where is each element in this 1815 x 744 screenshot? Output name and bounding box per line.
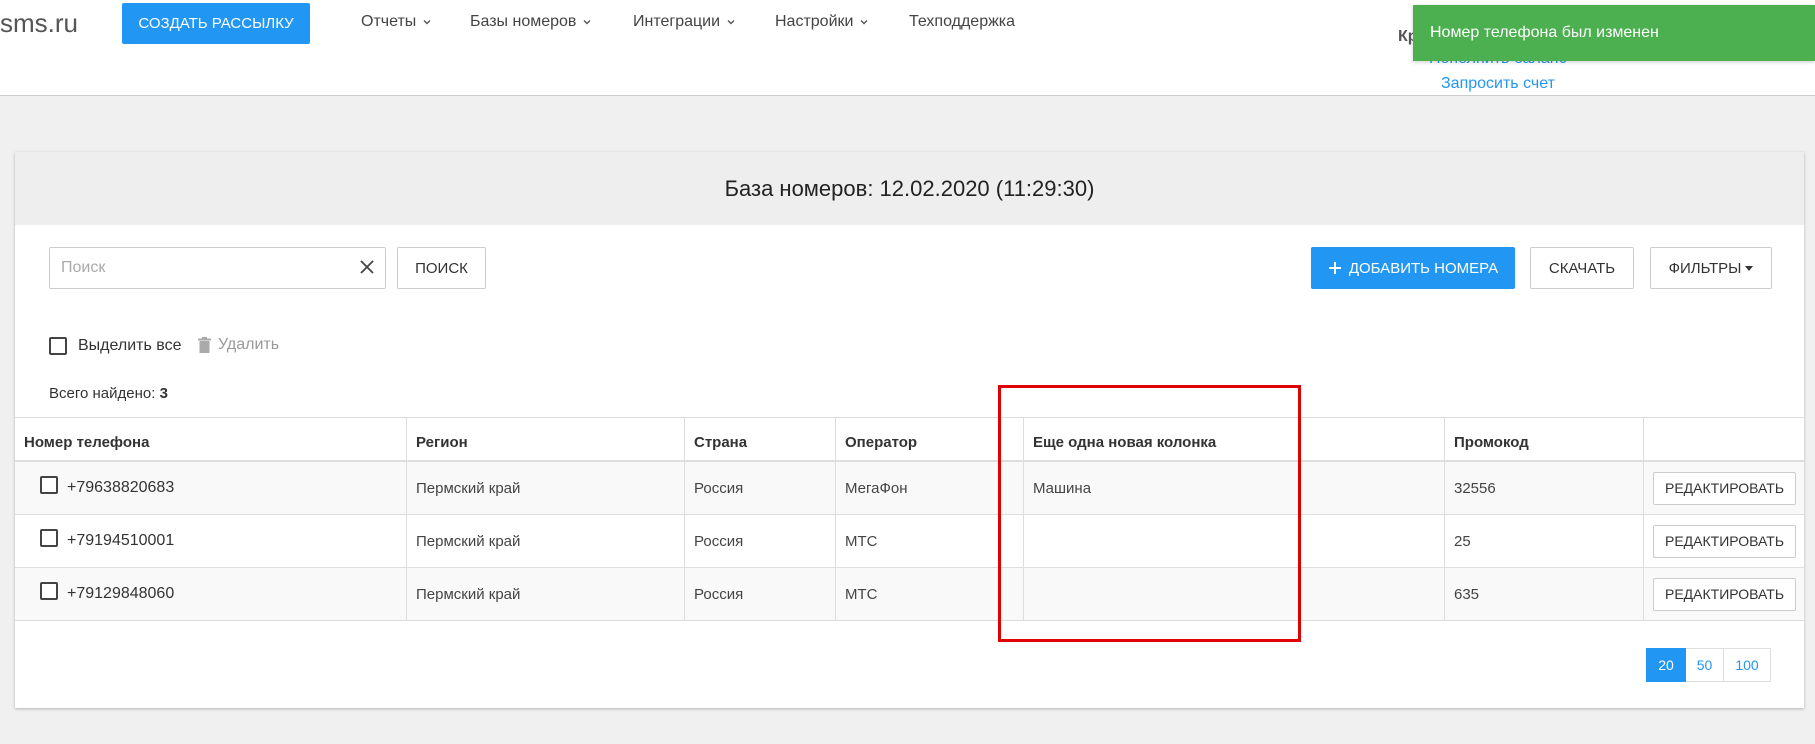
- cell-phone: +79194510001: [15, 515, 406, 567]
- column-header-operator[interactable]: Оператор: [835, 418, 1023, 460]
- nav-item-integrations[interactable]: Интеграции: [633, 13, 736, 31]
- cell-country: Россия: [684, 515, 835, 567]
- request-invoice-link[interactable]: Запросить счет: [1441, 75, 1555, 93]
- search-input[interactable]: [50, 248, 340, 288]
- cell-actions: Редактировать: [1643, 568, 1804, 620]
- numbers-table: Номер телефона Регион Страна Оператор Ещ…: [15, 417, 1804, 621]
- cell-region: Пермский край: [406, 568, 684, 620]
- cell-operator: МТС: [835, 568, 1023, 620]
- cell-phone: +79638820683: [15, 462, 406, 514]
- page-size-20[interactable]: 20: [1646, 648, 1686, 682]
- nav-item-label: Отчеты: [361, 13, 417, 30]
- row-checkbox[interactable]: [40, 476, 58, 494]
- trash-icon: [198, 337, 211, 353]
- cell-promo: 25: [1444, 515, 1643, 567]
- select-all-label: Выделить все: [78, 337, 182, 354]
- table-row: +79129848060 Пермский край Россия МТС 63…: [15, 568, 1804, 621]
- nav-item-label: Настройки: [775, 13, 854, 30]
- nav-item-label: Базы номеров: [470, 13, 577, 30]
- row-checkbox[interactable]: [40, 582, 58, 600]
- delete-label: Удалить: [218, 336, 280, 353]
- table-row: +79638820683 Пермский край Россия МегаФо…: [15, 462, 1804, 515]
- delete-button[interactable]: Удалить: [198, 336, 279, 354]
- cell-operator: МегаФон: [835, 462, 1023, 514]
- cell-country: Россия: [684, 568, 835, 620]
- nav-item-label: Техподдержка: [909, 13, 1016, 30]
- page-title: База номеров: 12.02.2020 (11:29:30): [724, 175, 1095, 201]
- chevron-down-icon: [860, 20, 868, 25]
- search-box: [49, 247, 386, 289]
- page-size-selector: 20 50 100: [1646, 648, 1771, 682]
- plus-icon: [1328, 262, 1341, 274]
- download-button[interactable]: Скачать: [1530, 247, 1634, 289]
- edit-button[interactable]: Редактировать: [1653, 524, 1797, 558]
- add-numbers-label: Добавить номера: [1348, 259, 1499, 277]
- nav-item-reports[interactable]: Отчеты: [361, 13, 432, 31]
- cell-region: Пермский край: [406, 462, 684, 514]
- chevron-down-icon: [583, 20, 591, 25]
- select-all-checkbox[interactable]: [49, 337, 67, 355]
- create-campaign-button[interactable]: Создать рассылку: [122, 3, 310, 44]
- cell-promo: 32556: [1444, 462, 1643, 514]
- edit-button[interactable]: Редактировать: [1653, 577, 1797, 611]
- row-checkbox[interactable]: [40, 529, 58, 547]
- table-row: +79194510001 Пермский край Россия МТС 25…: [15, 515, 1804, 568]
- column-header-phone[interactable]: Номер телефона: [15, 418, 406, 460]
- total-count: 3: [159, 385, 168, 402]
- table-header-row: Номер телефона Регион Страна Оператор Ещ…: [15, 418, 1804, 462]
- cell-actions: Редактировать: [1643, 515, 1804, 567]
- card-title-bar: База номеров: 12.02.2020 (11:29:30): [15, 152, 1804, 225]
- phone-number: +79129848060: [67, 585, 175, 602]
- chevron-down-icon: [423, 20, 431, 25]
- column-header-country[interactable]: Страна: [684, 418, 835, 460]
- page-size-100[interactable]: 100: [1724, 648, 1771, 682]
- add-numbers-button[interactable]: Добавить номера: [1311, 247, 1515, 289]
- nav-item-label: Интеграции: [633, 13, 721, 30]
- highlight-annotation-box: [998, 385, 1301, 642]
- nav-item-support[interactable]: Техподдержка: [909, 13, 1015, 31]
- cell-operator: МТС: [835, 515, 1023, 567]
- page-size-50[interactable]: 50: [1686, 648, 1724, 682]
- cell-country: Россия: [684, 462, 835, 514]
- nav-item-settings[interactable]: Настройки: [775, 13, 869, 31]
- phone-number: +79638820683: [67, 479, 175, 496]
- column-header-promo[interactable]: Промокод: [1444, 418, 1643, 460]
- success-toast[interactable]: Номер телефона был изменен: [1413, 5, 1815, 61]
- phone-number: +79194510001: [67, 532, 175, 549]
- column-header-region[interactable]: Регион: [406, 418, 684, 460]
- filters-label: Фильтры: [1668, 259, 1742, 277]
- caret-down-icon: [1745, 265, 1754, 271]
- cell-phone: +79129848060: [15, 568, 406, 620]
- filters-button[interactable]: Фильтры: [1650, 247, 1772, 289]
- cell-actions: Редактировать: [1643, 462, 1804, 514]
- chevron-down-icon: [727, 20, 735, 25]
- cell-region: Пермский край: [406, 515, 684, 567]
- total-found: Всего найдено: 3: [49, 385, 168, 402]
- cell-promo: 635: [1444, 568, 1643, 620]
- nav-item-number-bases[interactable]: Базы номеров: [470, 13, 592, 31]
- logo[interactable]: sms.ru: [0, 8, 78, 39]
- toast-message: Номер телефона был изменен: [1430, 24, 1659, 41]
- column-header-actions: [1643, 418, 1804, 460]
- search-button[interactable]: Поиск: [397, 247, 486, 289]
- number-base-card: База номеров: 12.02.2020 (11:29:30) Поис…: [15, 152, 1804, 708]
- clear-icon[interactable]: [357, 257, 377, 277]
- edit-button[interactable]: Редактировать: [1653, 471, 1797, 505]
